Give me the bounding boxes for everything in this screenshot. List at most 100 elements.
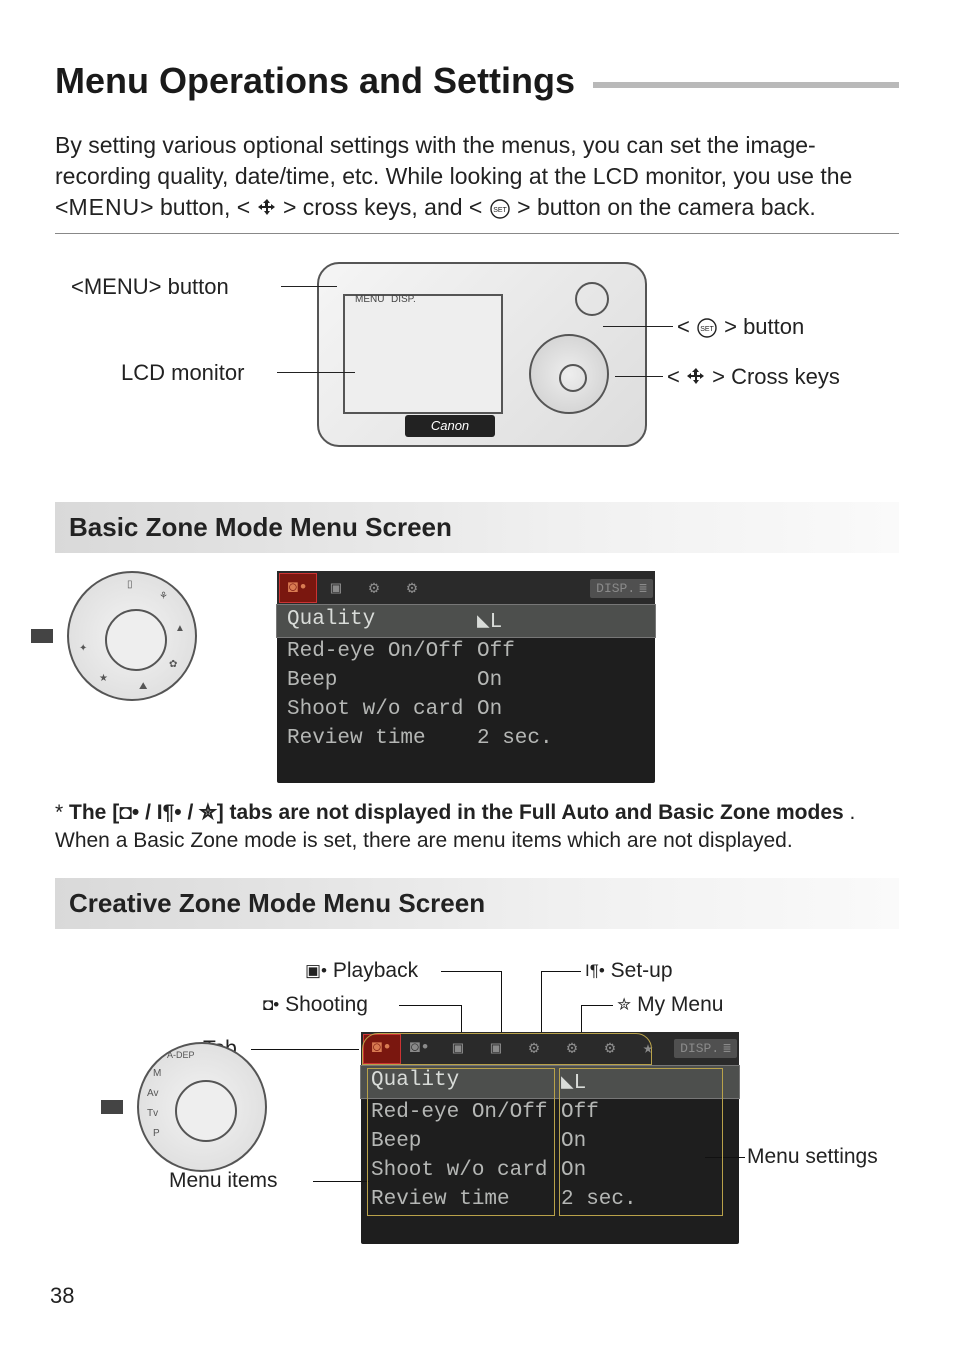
line-menu-items bbox=[313, 1181, 369, 1182]
lcd-row-c1: Red-eye On/Off Off bbox=[361, 1098, 739, 1127]
mode-dial-basic: ▯ ⚘ ▲ ✿ ⛰ ★ ✦ bbox=[67, 571, 197, 701]
lcd-tab-strip: ◙• ▣ ⚙ ⚙ DISP.≣ bbox=[277, 571, 655, 605]
lcd-disp-badge-c: DISP.≣ bbox=[674, 1039, 737, 1058]
intro-line3-mid2: > cross keys, and < bbox=[283, 194, 482, 220]
lcd-tab-c3: ▣ bbox=[439, 1034, 477, 1064]
lcd-row-c2: Beep On bbox=[361, 1127, 739, 1156]
line-tab bbox=[251, 1049, 359, 1050]
camera-top-button bbox=[575, 282, 609, 316]
intro-line3-mid1: > button, < bbox=[140, 194, 250, 220]
label-setup: І¶• Set-up bbox=[585, 959, 673, 983]
lead-line-set bbox=[603, 326, 673, 327]
label-playback: ▣• Playback bbox=[305, 959, 418, 983]
camera-dpad bbox=[529, 334, 609, 414]
lcd-val-2: On bbox=[477, 669, 502, 692]
camera-body-outline: Canon MENU DISP. bbox=[317, 262, 647, 447]
line-playback-h bbox=[441, 971, 501, 972]
note-star: * bbox=[55, 801, 63, 824]
label-menu-items: Menu items bbox=[169, 1169, 278, 1193]
lcd-row-shootwo: Shoot w/o card On bbox=[277, 695, 655, 724]
lcd-row-quality: Quality ◣L bbox=[277, 605, 655, 637]
shooting-icon: ◘• bbox=[263, 995, 279, 1014]
lcd-key-c4: Review time bbox=[371, 1188, 561, 1211]
camera-logo: Canon bbox=[405, 415, 495, 437]
lcd-row-c3: Shoot w/o card On bbox=[361, 1156, 739, 1185]
lcd-val-0: ◣L bbox=[477, 608, 502, 634]
intro-line1: By setting various optional settings wit… bbox=[55, 132, 816, 158]
lcd-tab-setup1: ⚙ bbox=[355, 573, 393, 603]
basic-zone-row: ▯ ⚘ ▲ ✿ ⛰ ★ ✦ ◙• ▣ ⚙ ⚙ DISP.≣ Quality ◣L… bbox=[55, 571, 899, 783]
note-paragraph: * The [◘• / І¶• / ✮] tabs are not displa… bbox=[55, 799, 899, 856]
callout-set-button: < SET > button bbox=[677, 314, 804, 340]
lcd-menu-creative: ◙• ◙• ▣ ▣ ⚙ ⚙ ⚙ ★ DISP.≣ Quality ◣L Red-… bbox=[361, 1032, 739, 1244]
lcd-key-c1: Red-eye On/Off bbox=[371, 1101, 561, 1124]
intro-line3-post: > button on the camera back. bbox=[517, 194, 816, 220]
lcd-tab-c5: ⚙ bbox=[515, 1034, 553, 1064]
set-button-icon-2: SET bbox=[696, 317, 718, 339]
intro-paragraph: By setting various optional settings wit… bbox=[55, 130, 899, 223]
line-shooting-h bbox=[399, 1005, 461, 1006]
lcd-val-1: Off bbox=[477, 640, 515, 663]
lead-line-cross bbox=[615, 376, 663, 377]
lcd-key-1: Red-eye On/Off bbox=[287, 640, 477, 663]
lcd-key-c2: Beep bbox=[371, 1130, 561, 1153]
note-bold-pre: The [ bbox=[69, 801, 119, 824]
tiny-disp-label: DISP. bbox=[391, 294, 416, 305]
lcd-row-c4: Review time 2 sec. bbox=[361, 1185, 739, 1214]
intro-line2: recording quality, date/time, etc. While… bbox=[55, 163, 852, 189]
label-mymenu: ✮ My Menu bbox=[617, 993, 723, 1017]
lcd-key-c3: Shoot w/o card bbox=[371, 1159, 561, 1182]
tiny-menu-label: MENU bbox=[355, 294, 384, 305]
setup-text: Set-up bbox=[611, 959, 673, 982]
set-button-icon: SET bbox=[489, 198, 511, 220]
lcd-key-0: Quality bbox=[287, 608, 477, 634]
lcd-row-review: Review time 2 sec. bbox=[277, 724, 655, 753]
line-setup-h bbox=[541, 971, 581, 972]
lcd-tab-shooting: ◙• bbox=[279, 573, 317, 603]
mymenu-text: My Menu bbox=[637, 993, 723, 1016]
lead-line-lcd bbox=[277, 372, 355, 373]
mymenu-icon: ✮ bbox=[617, 995, 631, 1014]
intro-divider bbox=[55, 233, 899, 234]
lcd-menu-basic: ◙• ▣ ⚙ ⚙ DISP.≣ Quality ◣L Red-eye On/Of… bbox=[277, 571, 655, 783]
lcd-val-c4: 2 sec. bbox=[561, 1188, 637, 1211]
lcd-tab-c7: ⚙ bbox=[591, 1034, 629, 1064]
menu-label-word: MENU bbox=[68, 194, 140, 220]
section-basic-zone: Basic Zone Mode Menu Screen bbox=[55, 502, 899, 553]
lcd-disp-badge: DISP.≣ bbox=[590, 579, 653, 598]
line-mymenu-h bbox=[581, 1005, 613, 1006]
setup-icon: І¶• bbox=[585, 961, 605, 980]
note-bold-post: ] tabs are not displayed in the Full Aut… bbox=[217, 801, 844, 824]
lcd-tab-c4: ▣ bbox=[477, 1034, 515, 1064]
lcd-key-2: Beep bbox=[287, 669, 477, 692]
intro-line3-pre: < bbox=[55, 194, 68, 220]
set-post: > button bbox=[724, 314, 804, 339]
lcd-val-c1: Off bbox=[561, 1101, 599, 1124]
callout-cross-keys: < > Cross keys bbox=[667, 364, 840, 390]
lcd-tab-c2: ◙• bbox=[401, 1034, 439, 1064]
lcd-val-3: On bbox=[477, 698, 502, 721]
creative-zone-diagram: ▣• Playback ◘• Shooting І¶• Set-up ✮ My … bbox=[55, 947, 899, 1327]
cross-pre: < bbox=[667, 364, 680, 389]
camera-diagram: Canon MENU DISP. <MENU> button LCD monit… bbox=[55, 262, 899, 472]
section-creative-zone: Creative Zone Mode Menu Screen bbox=[55, 878, 899, 929]
camera-lcd-screen bbox=[343, 294, 503, 414]
lcd-row-beep: Beep On bbox=[277, 666, 655, 695]
lcd-tab-c6: ⚙ bbox=[553, 1034, 591, 1064]
dial-pointer-creative bbox=[101, 1100, 123, 1114]
lcd-tab-strip-creative: ◙• ◙• ▣ ▣ ⚙ ⚙ ⚙ ★ DISP.≣ bbox=[361, 1032, 739, 1066]
shooting-text: Shooting bbox=[285, 993, 368, 1016]
cross-keys-icon bbox=[257, 198, 277, 218]
callout-lcd-monitor: LCD monitor bbox=[121, 360, 244, 386]
svg-text:SET: SET bbox=[700, 326, 714, 333]
lead-line-menu bbox=[281, 286, 337, 287]
svg-text:SET: SET bbox=[493, 207, 507, 214]
cross-post: > Cross keys bbox=[712, 364, 840, 389]
note-icons: ◘• / І¶• / ✮ bbox=[119, 801, 217, 824]
line-menu-settings bbox=[705, 1157, 745, 1158]
callout-menu-button: <MENU> button bbox=[71, 274, 229, 300]
lcd-tab-setup2: ⚙ bbox=[393, 573, 431, 603]
lcd-val-c0: ◣L bbox=[561, 1069, 586, 1095]
title-rule bbox=[593, 82, 899, 88]
lcd-tab-c8: ★ bbox=[629, 1034, 667, 1064]
